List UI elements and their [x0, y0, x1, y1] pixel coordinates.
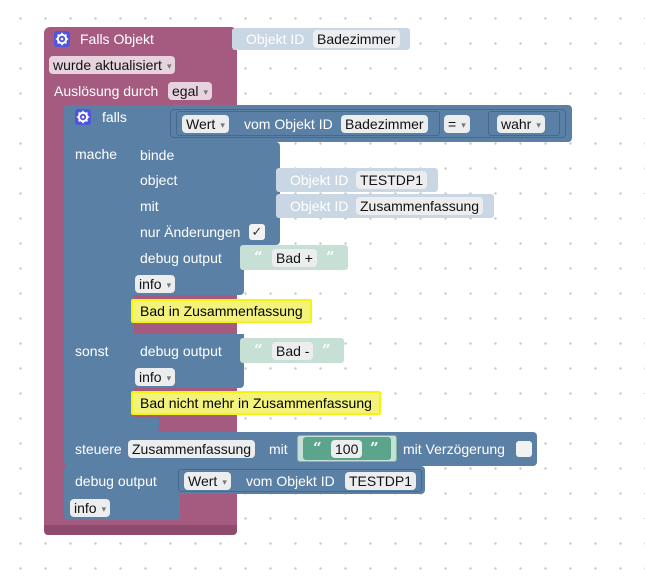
do-label: mache	[75, 146, 118, 162]
open-quote-icon: “	[254, 248, 263, 266]
control-target[interactable]: Zusammenfassung	[128, 440, 256, 458]
bind-with-id-label: Objekt ID	[290, 198, 349, 214]
debug-final-label: debug output	[75, 473, 157, 489]
trigger-block-bottom-edge	[44, 525, 237, 535]
debug-then-level-dropdown[interactable]: info	[135, 275, 176, 293]
debug-final-from-object-label: vom Objekt ID	[246, 473, 335, 489]
debug-else-level-dropdown[interactable]: info	[135, 368, 176, 386]
trigger-event-dropdown[interactable]: wurde aktualisiert	[49, 56, 176, 74]
debug-then-label: debug output	[140, 250, 222, 266]
debug-final-object-value[interactable]: TESTDP1	[345, 472, 417, 490]
debug-else-text[interactable]: Bad -	[272, 342, 314, 360]
open-quote-icon: “	[313, 439, 322, 457]
only-changes-checkbox[interactable]: ✓	[249, 224, 265, 240]
if-label: falls	[102, 109, 127, 125]
compare-value-dropdown[interactable]: wahr	[497, 115, 545, 133]
debug-else-label: debug output	[140, 343, 222, 359]
open-quote-icon: “	[254, 341, 263, 359]
if-object-value[interactable]: Badezimmer	[341, 115, 428, 133]
bind-with-label: mit	[140, 198, 159, 214]
debug-else-comment: Bad nicht mehr in Zusammenfassung	[131, 391, 381, 415]
trigger-object-id-label: Objekt ID	[246, 31, 305, 47]
value-dropdown[interactable]: Wert	[182, 115, 229, 133]
trigger-title: Falls Objekt	[80, 31, 154, 47]
delay-checkbox[interactable]	[516, 441, 532, 457]
gear-icon[interactable]	[54, 31, 70, 47]
control-label: steuere	[75, 441, 122, 457]
bind-title: binde	[140, 147, 175, 163]
debug-final-value-dropdown[interactable]: Wert	[184, 472, 231, 490]
bind-object-id-label: Objekt ID	[290, 172, 349, 188]
gear-icon[interactable]	[75, 109, 91, 125]
operator-dropdown[interactable]: =	[444, 115, 470, 133]
else-label: sonst	[75, 343, 109, 359]
debug-final-level-dropdown[interactable]: info	[70, 499, 111, 517]
bind-with-id-value[interactable]: Zusammenfassung	[356, 197, 484, 215]
close-quote-icon: ”	[322, 341, 331, 359]
from-object-label: vom Objekt ID	[244, 116, 333, 132]
if-block-bottom	[64, 418, 159, 432]
debug-then-comment: Bad in Zusammenfassung	[131, 299, 312, 323]
control-delay-label: mit Verzögerung	[403, 441, 505, 457]
bind-object-id-value[interactable]: TESTDP1	[356, 171, 428, 189]
close-quote-icon: ”	[326, 248, 335, 266]
trigger-object-id-value[interactable]: Badezimmer	[313, 30, 400, 48]
trigger-cause-label: Auslösung durch	[54, 83, 159, 99]
control-with-label: mit	[269, 441, 288, 457]
bind-object-label: object	[140, 172, 178, 188]
control-value[interactable]: 100	[331, 440, 363, 458]
only-changes-label: nur Änderungen	[140, 224, 241, 240]
close-quote-icon: ”	[370, 439, 379, 457]
debug-then-text[interactable]: Bad +	[272, 249, 317, 267]
trigger-cause-dropdown[interactable]: egal	[168, 82, 212, 100]
